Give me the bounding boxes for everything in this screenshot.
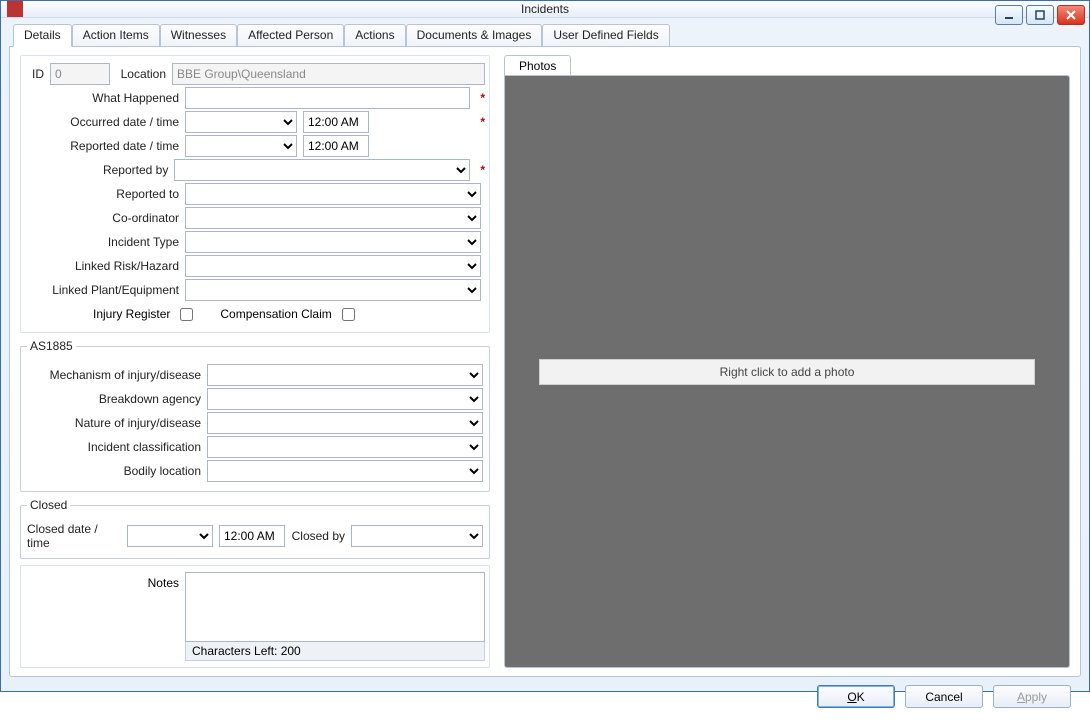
reported-to-select[interactable] — [185, 183, 481, 205]
photo-drop-area[interactable]: Right click to add a photo — [504, 75, 1070, 668]
closed-time-field[interactable] — [219, 525, 285, 547]
closed-by-select[interactable] — [351, 525, 483, 547]
what-happened-field[interactable] — [185, 87, 470, 109]
injury-register-checkbox[interactable]: Injury Register — [93, 305, 196, 324]
notes-characters-left: Characters Left: 200 — [185, 642, 485, 661]
linked-risk-label: Linked Risk/Hazard — [25, 259, 185, 273]
main-tabbar: Details Action Items Witnesses Affected … — [9, 24, 1081, 47]
breakdown-label: Breakdown agency — [27, 392, 207, 406]
tab-action-items[interactable]: Action Items — [72, 24, 160, 47]
tab-affected-person[interactable]: Affected Person — [237, 24, 344, 47]
linked-risk-select[interactable] — [185, 255, 481, 277]
closed-date-select[interactable] — [127, 525, 213, 547]
location-field — [172, 63, 485, 85]
reported-to-label: Reported to — [25, 187, 185, 201]
reported-time-field[interactable] — [303, 135, 369, 157]
tab-user-defined-fields[interactable]: User Defined Fields — [542, 24, 669, 47]
checkbox-row: Injury Register Compensation Claim — [93, 302, 485, 326]
minimize-button[interactable] — [995, 5, 1023, 25]
client-area: Details Action Items Witnesses Affected … — [1, 18, 1089, 722]
app-icon — [7, 1, 23, 17]
compensation-claim-checkbox[interactable]: Compensation Claim — [220, 305, 357, 324]
mechanism-label: Mechanism of injury/disease — [27, 368, 207, 382]
incident-type-label: Incident Type — [25, 235, 185, 249]
required-marker: * — [480, 163, 485, 177]
cancel-button[interactable]: Cancel — [905, 685, 983, 708]
occurred-time-field[interactable] — [303, 111, 369, 133]
what-happened-label: What Happened — [25, 91, 185, 105]
nature-select[interactable] — [207, 412, 483, 434]
ok-button[interactable]: OK — [817, 685, 895, 708]
closed-date-label: Closed date / time — [27, 522, 127, 550]
photo-hint: Right click to add a photo — [539, 359, 1035, 385]
mechanism-select[interactable] — [207, 364, 483, 386]
left-column: ID Location What Happened * Occurred dat… — [20, 55, 490, 668]
tab-documents-images[interactable]: Documents & Images — [406, 24, 543, 47]
bodily-select[interactable] — [207, 460, 483, 482]
id-field — [50, 63, 110, 85]
breakdown-select[interactable] — [207, 388, 483, 410]
coordinator-select[interactable] — [185, 207, 481, 229]
dialog-button-row: OK Cancel Apply — [9, 677, 1081, 714]
reported-by-select[interactable] — [174, 159, 470, 181]
tab-details[interactable]: Details — [13, 24, 72, 47]
occurred-label: Occurred date / time — [25, 115, 185, 129]
bodily-label: Bodily location — [27, 464, 207, 478]
notes-group: Notes Characters Left: 200 — [20, 565, 490, 668]
reported-by-label: Reported by — [25, 163, 174, 177]
required-marker: * — [480, 91, 485, 105]
nature-label: Nature of injury/disease — [27, 416, 207, 430]
notes-field[interactable] — [185, 572, 485, 642]
occurred-date-select[interactable] — [185, 111, 297, 133]
as1885-legend: AS1885 — [27, 339, 76, 353]
tab-actions[interactable]: Actions — [344, 24, 405, 47]
tab-photos[interactable]: Photos — [504, 55, 571, 76]
apply-button: Apply — [993, 685, 1071, 708]
incident-type-select[interactable] — [185, 231, 481, 253]
linked-plant-select[interactable] — [185, 279, 481, 301]
general-group: ID Location What Happened * Occurred dat… — [20, 55, 490, 333]
as1885-group: AS1885 Mechanism of injury/disease Break… — [20, 339, 490, 492]
right-column: Photos Right click to add a photo — [504, 55, 1070, 668]
maximize-button[interactable] — [1026, 5, 1054, 25]
closed-group: Closed Closed date / time Closed by — [20, 498, 490, 559]
tab-body-details: ID Location What Happened * Occurred dat… — [9, 46, 1081, 677]
id-label: ID — [25, 67, 50, 81]
notes-label: Notes — [25, 572, 185, 642]
linked-plant-label: Linked Plant/Equipment — [25, 283, 185, 297]
closed-by-label: Closed by — [291, 529, 351, 543]
classification-label: Incident classification — [27, 440, 207, 454]
coordinator-label: Co-ordinator — [25, 211, 185, 225]
location-label: Location — [110, 67, 172, 81]
reported-date-label: Reported date / time — [25, 139, 185, 153]
tab-witnesses[interactable]: Witnesses — [160, 24, 237, 47]
closed-legend: Closed — [27, 498, 70, 512]
photo-tabbar: Photos — [504, 55, 1070, 76]
classification-select[interactable] — [207, 436, 483, 458]
window-buttons — [995, 5, 1085, 25]
required-marker: * — [480, 115, 485, 129]
window-title: Incidents — [1, 2, 1089, 16]
close-button[interactable] — [1057, 5, 1085, 25]
reported-date-select[interactable] — [185, 135, 297, 157]
titlebar: Incidents — [1, 1, 1089, 18]
window: Incidents Details Action Items Witnesses… — [0, 0, 1090, 692]
